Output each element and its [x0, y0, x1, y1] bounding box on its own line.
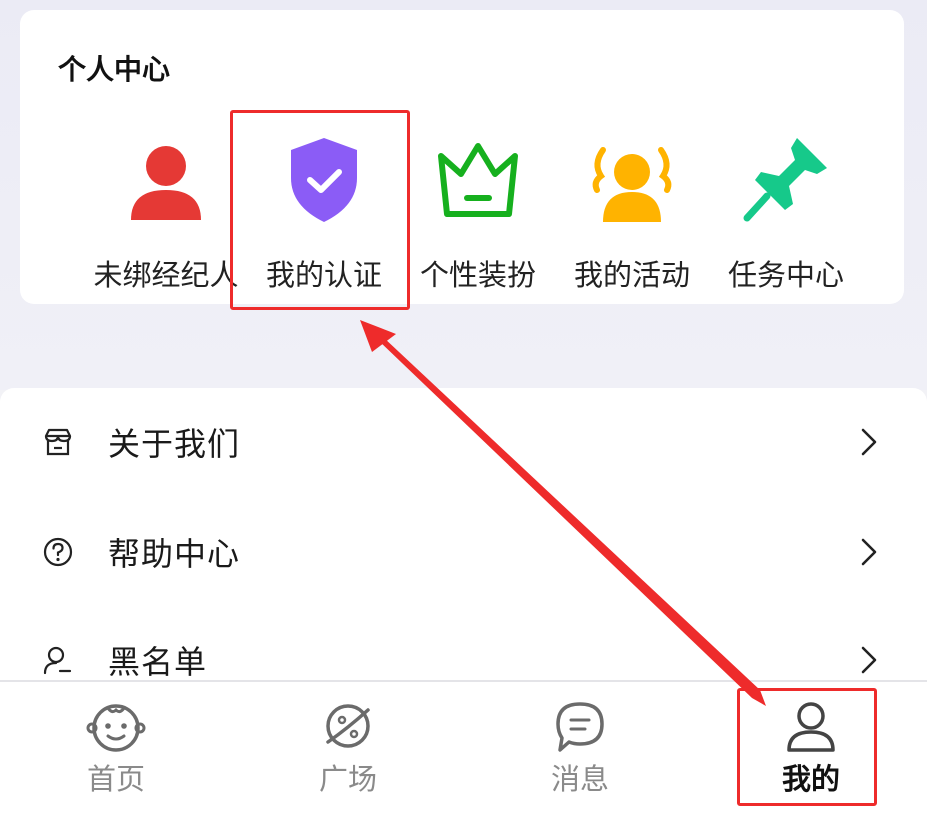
- grid-item-tasks[interactable]: 任务中心: [706, 134, 866, 304]
- menu-label: 帮助中心: [108, 535, 241, 573]
- tab-home[interactable]: 首页: [0, 682, 232, 834]
- user-minus-icon: [43, 646, 72, 675]
- chevron-right-icon: [861, 538, 877, 566]
- grid-item-label: 任务中心: [727, 258, 844, 292]
- user-icon: [787, 702, 835, 752]
- bottom-tab-bar: 首页 广场 消息 我的: [0, 680, 927, 834]
- tab-label: 消息: [550, 762, 609, 796]
- tab-label: 我的: [781, 762, 840, 796]
- tab-mine[interactable]: 我的: [695, 682, 927, 834]
- pushpin-icon: [743, 138, 827, 222]
- tab-label: 首页: [86, 762, 145, 796]
- tab-square[interactable]: 广场: [232, 682, 464, 834]
- tab-label: 广场: [318, 762, 377, 796]
- grid-item-broker[interactable]: 未绑经纪人: [86, 134, 246, 304]
- shield-check-icon: [291, 138, 357, 222]
- chevron-right-icon: [861, 646, 877, 674]
- menu-row-about[interactable]: 关于我们: [0, 388, 927, 496]
- settings-menu: 关于我们 帮助中心 黑名单: [0, 388, 927, 682]
- crown-icon: [438, 143, 518, 217]
- person-red-icon: [131, 146, 201, 220]
- chevron-right-icon: [861, 428, 877, 456]
- store-icon: [44, 428, 72, 456]
- baby-face-icon: [86, 704, 146, 752]
- tab-messages[interactable]: 消息: [464, 682, 696, 834]
- chat-bubble-icon: [556, 702, 604, 752]
- menu-row-help[interactable]: 帮助中心: [0, 498, 927, 606]
- group-activity-icon: [592, 147, 672, 222]
- planet-icon: [326, 704, 370, 748]
- menu-label: 关于我们: [108, 425, 241, 463]
- personal-center-card: 个人中心 未绑经纪人 我的认证 个性装扮 我的活动 任务中心: [20, 10, 904, 304]
- menu-label: 黑名单: [108, 643, 208, 681]
- card-title: 个人中心: [58, 53, 171, 86]
- help-circle-icon: [43, 537, 73, 567]
